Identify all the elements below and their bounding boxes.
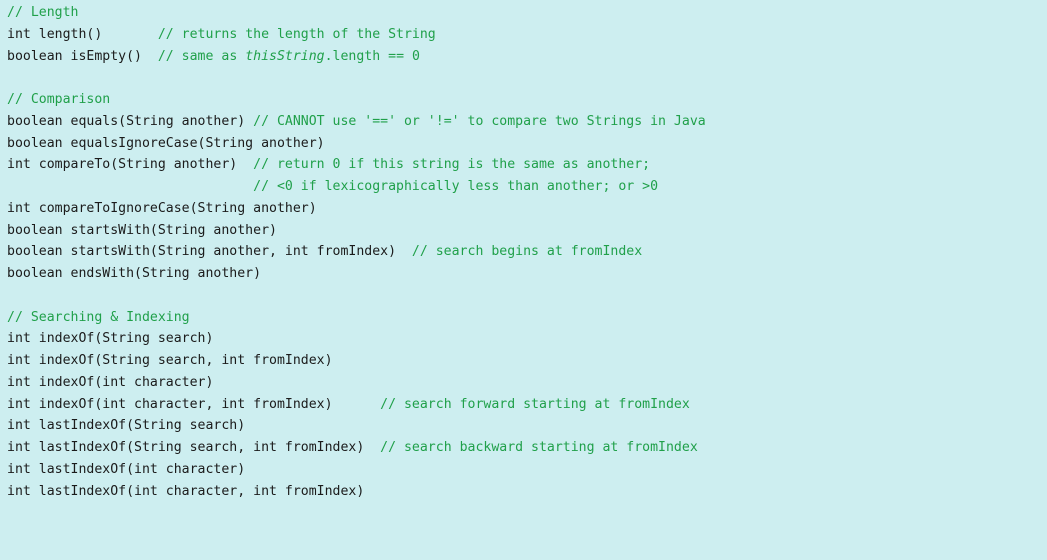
- code-token: int lastIndexOf(String search, int fromI…: [7, 440, 381, 455]
- code-line: int lastIndexOf(String search): [7, 415, 1047, 437]
- code-line: int indexOf(int character): [7, 372, 1047, 394]
- code-token: boolean startsWith(String another, int f…: [7, 244, 412, 260]
- code-token: int lastIndexOf(int character, int fromI…: [7, 483, 365, 499]
- code-token: boolean isEmpty(): [7, 48, 158, 64]
- code-line: boolean endsWith(String another): [7, 263, 1047, 285]
- comment-italic-token: thisString: [245, 48, 325, 64]
- code-line: int compareTo(String another) // return …: [7, 154, 1047, 176]
- code-token: boolean endsWith(String another): [7, 266, 262, 281]
- code-token: int lastIndexOf(int character): [7, 461, 246, 477]
- comment-token: // Searching & Indexing: [7, 309, 190, 325]
- comment-token: // CANNOT use '==' or '!=' to compare tw…: [253, 113, 706, 129]
- code-line: int indexOf(int character, int fromIndex…: [7, 394, 1047, 416]
- code-line: int lastIndexOf(int character, int fromI…: [7, 481, 1047, 503]
- code-line: int lastIndexOf(String search, int fromI…: [7, 437, 1047, 459]
- code-token: int lastIndexOf(String search): [7, 418, 246, 434]
- comment-token: // returns the length of the String: [157, 26, 436, 42]
- code-lines: // Length int length() // returns the len…: [7, 2, 1047, 502]
- code-line: boolean equals(String another) // CANNOT…: [7, 111, 1047, 133]
- comment-token: // Length: [7, 5, 79, 20]
- code-token: int compareTo(String another): [7, 157, 254, 173]
- comment-token: .length == 0: [324, 48, 420, 64]
- code-token: int length(): [7, 26, 158, 42]
- code-line: // Comparison: [7, 89, 1047, 111]
- code-line: int length() // returns the length of th…: [7, 24, 1047, 46]
- code-token: int indexOf(int character, int fromIndex…: [7, 396, 381, 412]
- comment-token: // search backward starting at fromIndex: [380, 440, 698, 455]
- code-token: int compareToIgnoreCase(String another): [7, 200, 317, 216]
- comment-token: // <0 if lexicographically less than ano…: [253, 179, 659, 194]
- code-token: int indexOf(String search, int fromIndex…: [7, 353, 333, 368]
- comment-token: // same as: [157, 48, 246, 64]
- code-line: int indexOf(String search, int fromIndex…: [7, 350, 1047, 372]
- code-line: boolean startsWith(String another): [7, 220, 1047, 242]
- code-line: // Searching & Indexing: [7, 307, 1047, 329]
- code-line: // <0 if lexicographically less than ano…: [7, 176, 1047, 198]
- code-line: int compareToIgnoreCase(String another): [7, 198, 1047, 220]
- code-line: boolean startsWith(String another, int f…: [7, 241, 1047, 263]
- code-line: // Length: [7, 2, 1047, 24]
- code-line: boolean equalsIgnoreCase(String another): [7, 133, 1047, 155]
- code-line: boolean isEmpty() // same as thisString.…: [7, 46, 1047, 68]
- comment-token: // Comparison: [7, 92, 111, 107]
- comment-token: // search forward starting at fromIndex: [380, 396, 690, 412]
- comment-token: // return 0 if this string is the same a…: [253, 157, 651, 173]
- code-token: boolean startsWith(String another): [7, 222, 277, 238]
- code-token: boolean equalsIgnoreCase(String another): [7, 135, 325, 151]
- code-token: boolean equals(String another): [7, 113, 254, 129]
- code-token: int indexOf(String search): [7, 331, 214, 347]
- comment-token: // search begins at fromIndex: [411, 244, 643, 260]
- code-line: int indexOf(String search): [7, 328, 1047, 350]
- code-block: // Length int length() // returns the len…: [0, 0, 1047, 560]
- code-token: int indexOf(int character): [7, 374, 214, 390]
- code-line: int lastIndexOf(int character): [7, 459, 1047, 481]
